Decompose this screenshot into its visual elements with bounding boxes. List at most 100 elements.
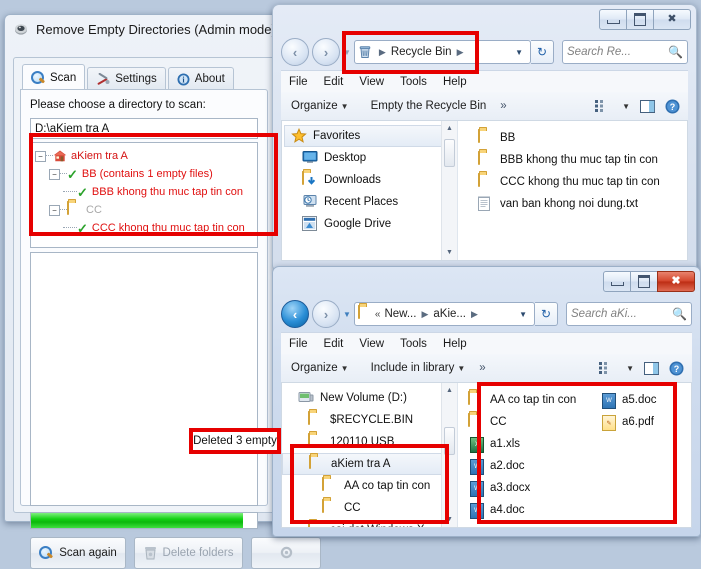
preview-pane-icon[interactable] — [644, 361, 659, 375]
organize-button[interactable]: Organize ▼ — [291, 100, 349, 112]
title-bar[interactable]: ✖ — [272, 4, 697, 34]
list-item[interactable]: W a5.doc — [600, 389, 690, 411]
help-icon[interactable]: ? — [665, 99, 680, 114]
menu-edit[interactable]: Edit — [324, 76, 344, 88]
scan-again-button[interactable]: Scan again — [30, 537, 126, 569]
maximize-button[interactable] — [630, 271, 658, 292]
file-list-pane[interactable]: BB BBB khong thu muc tap tin con CCC kho… — [457, 121, 687, 260]
scan-results-tree[interactable]: − aKiem tra A − ✓ BB (contains 1 empty f… — [30, 142, 258, 248]
include-in-library-button[interactable]: Include in library ▼ — [371, 362, 466, 374]
expander-icon[interactable]: − — [35, 150, 46, 162]
scroll-down-arrow[interactable]: ▼ — [442, 245, 457, 260]
nav-item-akiem-tra-a[interactable]: aKiem tra A — [282, 453, 455, 475]
tab-scan[interactable]: Scan — [22, 64, 86, 90]
menu-edit[interactable]: Edit — [324, 338, 344, 350]
menu-file[interactable]: File — [289, 76, 308, 88]
nav-item-desktop[interactable]: Desktop — [282, 147, 457, 169]
tree-row[interactable]: − aKiem tra A — [35, 147, 257, 165]
scroll-thumb[interactable] — [444, 427, 455, 455]
navigation-pane[interactable]: Favorites Desktop Downloads Recent Place… — [282, 121, 457, 260]
view-list-icon[interactable] — [595, 100, 609, 112]
address-bar[interactable]: « New... ▶ aKie... ▶ ▼ — [353, 302, 535, 326]
third-button-partial[interactable] — [251, 537, 321, 569]
nav-item-cai-dat-windows[interactable]: cai dat Windows X — [282, 519, 457, 527]
view-list-icon[interactable] — [599, 362, 613, 374]
back-button[interactable]: ‹ — [281, 38, 309, 66]
nav-item-new-volume[interactable]: New Volume (D:) — [282, 387, 457, 409]
file-list-pane[interactable]: AA co tap tin con CC X a1.xls W a2.doc W… — [457, 383, 691, 527]
tab-settings[interactable]: Settings — [87, 67, 166, 90]
tree-row[interactable]: − CC — [35, 201, 257, 219]
nav-item-cc[interactable]: CC — [282, 497, 457, 519]
toolbar-overflow-button[interactable]: » — [500, 100, 506, 112]
navigation-pane[interactable]: New Volume (D:) $RECYCLE.BIN 120110 USB … — [282, 383, 457, 527]
recycle-bin-window[interactable]: ✖ ‹ › ▼ ▶ Recycle Bin ▶ ▼ ↻ Search Re...… — [272, 4, 697, 270]
minimize-button[interactable] — [599, 9, 627, 30]
log-list[interactable] — [30, 252, 258, 506]
directory-input[interactable]: D:\aKiem tra A — [30, 118, 258, 139]
refresh-icon[interactable]: ↻ — [531, 40, 554, 64]
chevron-down-icon[interactable]: ▼ — [519, 310, 531, 319]
akiem-tra-a-explorer-window[interactable]: ✖ ‹ › ▼ « New... ▶ aKie... ▶ ▼ ↻ Search … — [272, 266, 701, 537]
back-button[interactable]: ‹ — [281, 300, 309, 328]
breadcrumb-recycle-bin[interactable]: Recycle Bin — [391, 46, 452, 58]
view-dropdown-icon[interactable]: ▼ — [622, 102, 630, 111]
list-item[interactable]: van ban khong noi dung.txt — [472, 193, 687, 215]
tree-row[interactable]: ✓ CCC khong thu muc tap tin con — [35, 219, 257, 237]
nav-item-aa-co-tap-tin-con[interactable]: AA co tap tin con — [282, 475, 457, 497]
help-icon[interactable]: ? — [669, 361, 684, 376]
search-input[interactable]: Search Re... 🔍 — [562, 40, 688, 64]
scroll-up-arrow[interactable]: ▲ — [442, 121, 457, 136]
menu-tools[interactable]: Tools — [400, 76, 427, 88]
scroll-thumb[interactable] — [444, 139, 455, 167]
breadcrumb-new-volume[interactable]: New... — [384, 308, 416, 320]
nav-item-120110-usb[interactable]: 120110 USB — [282, 431, 457, 453]
refresh-icon[interactable]: ↻ — [535, 302, 558, 326]
preview-pane-icon[interactable] — [640, 99, 655, 113]
tab-bar[interactable]: Scan Settings i About — [22, 64, 236, 90]
close-button[interactable]: ✖ — [653, 9, 691, 30]
list-item[interactable]: BB — [472, 127, 687, 149]
chevron-down-icon[interactable]: ▼ — [515, 48, 527, 57]
tool-bar[interactable]: Organize ▼ Include in library ▼ » ▼ ? — [281, 354, 692, 383]
list-item[interactable]: AA co tap tin con — [468, 389, 600, 411]
delete-folders-button[interactable]: Delete folders — [134, 537, 243, 569]
scroll-down-arrow[interactable]: ▼ — [442, 512, 457, 527]
nav-item-recycle-bin-folder[interactable]: $RECYCLE.BIN — [282, 409, 457, 431]
menu-view[interactable]: View — [359, 76, 384, 88]
breadcrumb-overflow[interactable]: « — [375, 309, 381, 320]
close-button[interactable]: ✖ — [657, 271, 695, 292]
menu-bar[interactable]: File Edit View Tools Help — [281, 332, 692, 356]
list-item[interactable]: CC — [468, 411, 600, 433]
title-bar[interactable]: ✖ — [272, 266, 701, 296]
maximize-button[interactable] — [626, 9, 654, 30]
tree-row[interactable]: − ✓ BB (contains 1 empty files) — [35, 165, 257, 183]
forward-button[interactable]: › — [312, 300, 340, 328]
view-dropdown-icon[interactable]: ▼ — [626, 364, 634, 373]
empty-recycle-bin-button[interactable]: Empty the Recycle Bin — [371, 100, 487, 112]
address-row[interactable]: ‹ › ▼ ▶ Recycle Bin ▶ ▼ ↻ Search Re... 🔍 — [272, 34, 697, 70]
recent-pages-icon[interactable]: ▼ — [343, 48, 351, 57]
search-input[interactable]: Search aKi... 🔍 — [566, 302, 692, 326]
window-controls[interactable]: ✖ — [599, 9, 691, 30]
list-item[interactable]: W a3.docx — [468, 477, 600, 499]
menu-bar[interactable]: File Edit View Tools Help — [281, 70, 688, 94]
menu-tools[interactable]: Tools — [400, 338, 427, 350]
forward-button[interactable]: › — [312, 38, 340, 66]
menu-file[interactable]: File — [289, 338, 308, 350]
list-item[interactable]: BBB khong thu muc tap tin con — [472, 149, 687, 171]
list-item[interactable]: X a1.xls — [468, 433, 600, 455]
tab-about[interactable]: i About — [167, 67, 234, 90]
organize-button[interactable]: Organize ▼ — [291, 362, 349, 374]
minimize-button[interactable] — [603, 271, 631, 292]
menu-help[interactable]: Help — [443, 338, 467, 350]
recent-pages-icon[interactable]: ▼ — [343, 310, 351, 319]
tool-bar[interactable]: Organize ▼ Empty the Recycle Bin » ▼ ? — [281, 92, 688, 121]
breadcrumb-akiem[interactable]: aKie... — [433, 308, 466, 320]
address-bar[interactable]: ▶ Recycle Bin ▶ ▼ — [353, 40, 531, 64]
menu-help[interactable]: Help — [443, 76, 467, 88]
window-controls[interactable]: ✖ — [603, 271, 695, 292]
list-item[interactable]: CCC khong thu muc tap tin con — [472, 171, 687, 193]
list-item[interactable]: W a2.doc — [468, 455, 600, 477]
list-item[interactable]: ✎ a6.pdf — [600, 411, 690, 433]
